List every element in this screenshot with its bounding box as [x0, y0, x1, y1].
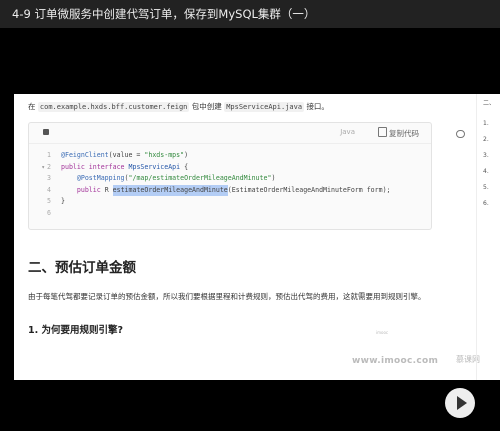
- package-name: com.example.hxds.bff.customer.feign: [37, 102, 190, 112]
- code-text: }: [61, 197, 65, 205]
- code-line: 3 @PostMapping("/map/estimateOrderMileag…: [29, 173, 431, 185]
- keyword: public: [76, 185, 101, 194]
- comment-icon[interactable]: [456, 130, 465, 138]
- code-line: 6: [29, 208, 431, 220]
- video-title-bar: 4-9 订单微服务中创建代驾订单，保存到MySQL集群（一）: [0, 0, 500, 28]
- string-literal: "hxds-mps": [144, 151, 185, 159]
- code-text: ): [184, 151, 189, 159]
- toc-item[interactable]: 4.: [483, 168, 489, 175]
- code-block: Java 复制代码 1 @FeignClient (value = "hxds-mp…: [28, 122, 432, 230]
- line-number: 5: [47, 197, 51, 205]
- line-number: 6: [47, 208, 51, 217]
- annotation: @FeignClient: [61, 151, 109, 159]
- toc-item[interactable]: 二、: [483, 98, 495, 107]
- copy-label: 复制代码: [389, 129, 419, 138]
- code-header: Java 复制代码: [29, 123, 431, 144]
- section-heading: 二、预估订单金额: [28, 260, 136, 276]
- table-of-contents: 二、 1. 2. 3. 4. 5. 6.: [476, 94, 500, 380]
- line-number: 3: [47, 174, 51, 182]
- copy-icon: [378, 127, 387, 137]
- line-number-fold: ▾ 2: [29, 162, 61, 174]
- code-text: R: [100, 185, 113, 194]
- copy-code-button[interactable]: 复制代码: [378, 127, 419, 139]
- document-content: 在 com.example.hxds.bff.customer.feign 包中…: [28, 100, 448, 336]
- toc-item[interactable]: 2.: [483, 136, 489, 143]
- annotation: @PostMapping: [76, 174, 125, 182]
- line-number: 1: [47, 151, 51, 159]
- paragraph: 由于每笔代驾都要记录订单的预估金额，所以我们要根据里程和计费规则，预估出代驾的费…: [28, 292, 426, 301]
- code-text: {: [180, 162, 189, 171]
- keyword: public interface: [61, 162, 125, 171]
- line-number: 2: [47, 162, 51, 171]
- watermark-url: www.imooc.com: [352, 356, 439, 366]
- code-line: ▾ 2 public interface MpsServiceApi {: [29, 162, 431, 174]
- code-text: ): [271, 174, 276, 182]
- code-text: (value =: [108, 151, 145, 159]
- selected-method-name[interactable]: estimateOrderMileageAndMinute: [112, 184, 228, 196]
- code-line: 5}: [29, 196, 431, 208]
- code-line: 4 public R estimateOrderMileageAndMinute…: [29, 184, 431, 196]
- video-title: 4-9 订单微服务中创建代驾订单，保存到MySQL集群（一）: [12, 7, 316, 21]
- string-literal: "/map/estimateOrderMileageAndMinute": [128, 174, 272, 182]
- watermark-small: imooc: [376, 330, 389, 335]
- window-dot-icon: [43, 129, 49, 135]
- file-name: MpsServiceApi.java: [224, 102, 305, 112]
- intro-prefix: 在: [28, 102, 36, 111]
- code-text: (EstimateOrderMileageAndMinuteForm form)…: [227, 185, 391, 194]
- fold-arrow-icon[interactable]: ▾: [39, 162, 45, 174]
- code-line: 1 @FeignClient (value = "hxds-mps"): [29, 150, 431, 162]
- code-language: Java: [340, 128, 355, 136]
- intro-line: 在 com.example.hxds.bff.customer.feign 包中…: [28, 100, 448, 114]
- intro-suffix: 接口。: [306, 102, 329, 111]
- toc-item[interactable]: 5.: [483, 184, 489, 191]
- play-button[interactable]: [445, 388, 475, 418]
- intro-mid: 包中创建: [191, 102, 222, 111]
- line-number: 4: [47, 185, 51, 194]
- code-body: 1 @FeignClient (value = "hxds-mps") ▾ 2 publ…: [29, 144, 431, 229]
- toc-item[interactable]: 6.: [483, 200, 489, 207]
- document-frame: 在 com.example.hxds.bff.customer.feign 包中…: [14, 94, 500, 380]
- toc-item[interactable]: 3.: [483, 152, 489, 159]
- toc-item[interactable]: 1.: [483, 120, 489, 127]
- interface-name: MpsServiceApi: [128, 162, 181, 171]
